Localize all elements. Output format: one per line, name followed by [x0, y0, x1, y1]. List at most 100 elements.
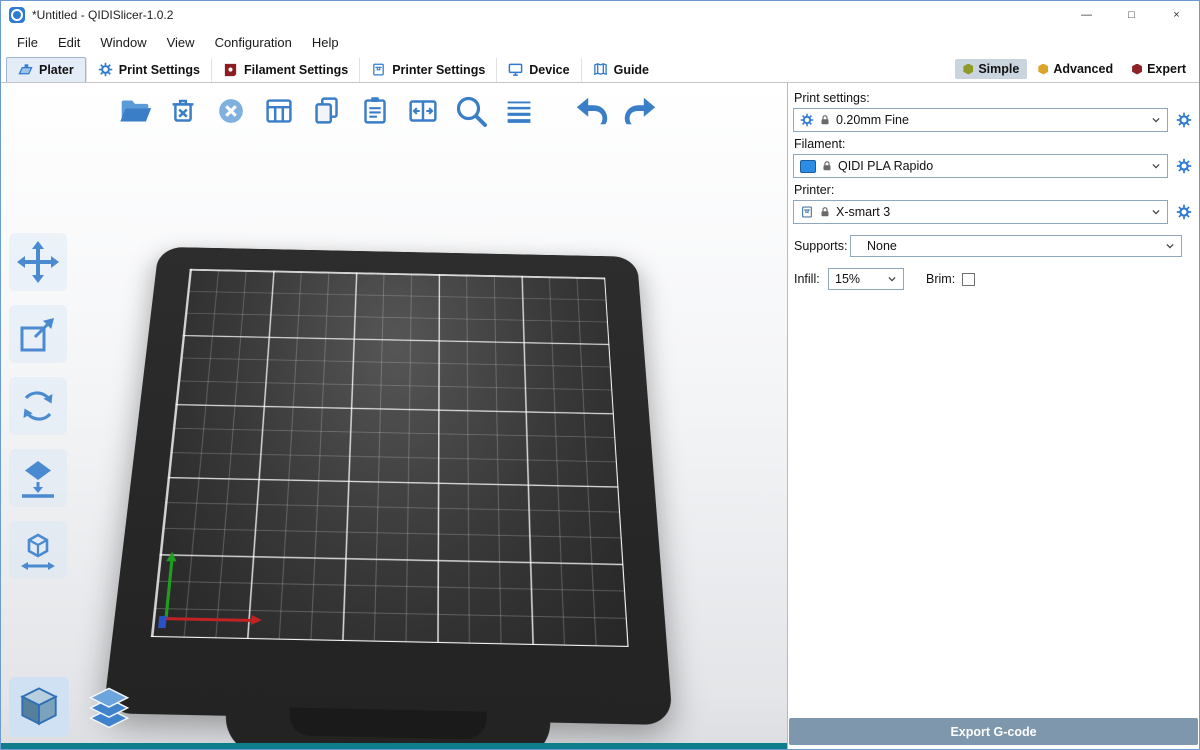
- maximize-button[interactable]: □: [1109, 1, 1154, 29]
- chevron-down-icon: [887, 274, 897, 284]
- delete-button[interactable]: [161, 89, 204, 132]
- layers-preview-button[interactable]: [79, 677, 139, 737]
- advanced-mode-icon: [1038, 64, 1048, 75]
- variable-layer-height-button[interactable]: [497, 89, 540, 132]
- plate-handle: [223, 700, 552, 749]
- guide-book-icon: [593, 62, 608, 77]
- app-logo-icon: [9, 7, 25, 23]
- mirror-icon: [15, 527, 61, 573]
- arrange-button[interactable]: [257, 89, 300, 132]
- settings-sidebar: Print settings: 0.20mm Fine Filament: QI…: [787, 83, 1199, 749]
- gear-icon: [98, 62, 113, 77]
- print-settings-gear-button[interactable]: [1175, 111, 1193, 129]
- build-plate[interactable]: [107, 199, 679, 749]
- device-monitor-icon: [508, 62, 523, 77]
- mode-expert[interactable]: Expert: [1124, 59, 1194, 79]
- filament-gear-button[interactable]: [1175, 157, 1193, 175]
- menu-configuration[interactable]: Configuration: [205, 35, 302, 50]
- tab-label: Guide: [614, 63, 649, 77]
- delete-all-icon: [212, 92, 250, 130]
- infill-label: Infill:: [794, 272, 826, 286]
- print-settings-label: Print settings:: [794, 91, 1194, 105]
- menu-bar: File Edit Window View Configuration Help: [1, 29, 1199, 55]
- menu-help[interactable]: Help: [302, 35, 349, 50]
- mode-switcher: Simple Advanced Expert: [955, 59, 1194, 82]
- infill-combo[interactable]: 15%: [828, 268, 904, 290]
- viewport-3d[interactable]: [1, 83, 787, 749]
- axis-y-indicator: [164, 556, 174, 621]
- layers-preview-icon: [83, 681, 135, 733]
- filament-row: QIDI PLA Rapido: [793, 154, 1194, 178]
- mode-label: Simple: [978, 62, 1019, 76]
- search-button[interactable]: [449, 89, 492, 132]
- minimize-button[interactable]: —: [1064, 1, 1109, 29]
- brim-checkbox[interactable]: [962, 273, 975, 286]
- plater-icon: [18, 62, 33, 77]
- arrange-icon: [260, 92, 298, 130]
- printer-gear-button[interactable]: [1175, 203, 1193, 221]
- window-controls: — □ ×: [1064, 1, 1199, 29]
- supports-label: Supports:: [794, 239, 850, 253]
- place-on-face-icon: [15, 455, 61, 501]
- axis-origin-indicator: [158, 616, 167, 628]
- split-button[interactable]: [401, 89, 444, 132]
- gear-icon: [1176, 204, 1192, 220]
- filament-spool-icon: [223, 62, 238, 77]
- menu-window[interactable]: Window: [90, 35, 156, 50]
- mode-simple[interactable]: Simple: [955, 59, 1027, 79]
- mode-advanced[interactable]: Advanced: [1030, 59, 1121, 79]
- plater-toolbar: [113, 89, 661, 132]
- printer-combo[interactable]: X-smart 3: [793, 200, 1168, 224]
- print-settings-row: 0.20mm Fine: [793, 108, 1194, 132]
- scale-tool-button[interactable]: [9, 305, 67, 363]
- supports-row: Supports: None: [794, 235, 1194, 257]
- plate-frame: [103, 247, 673, 725]
- printer-icon: [800, 205, 814, 219]
- undo-button[interactable]: [570, 89, 613, 132]
- tab-print-settings[interactable]: Print Settings: [86, 58, 211, 82]
- delete-all-button[interactable]: [209, 89, 252, 132]
- move-icon: [15, 239, 61, 285]
- tab-label: Plater: [39, 63, 74, 77]
- mirror-tool-button[interactable]: [9, 521, 67, 579]
- tab-plater[interactable]: Plater: [6, 57, 86, 82]
- menu-file[interactable]: File: [7, 35, 48, 50]
- filament-value: QIDI PLA Rapido: [838, 159, 1146, 173]
- gear-icon: [1176, 112, 1192, 128]
- gear-icon: [1176, 158, 1192, 174]
- close-button[interactable]: ×: [1154, 1, 1199, 29]
- chevron-down-icon: [1165, 241, 1175, 251]
- export-gcode-button[interactable]: Export G-code: [789, 718, 1198, 745]
- menu-view[interactable]: View: [157, 35, 205, 50]
- copy-button[interactable]: [305, 89, 348, 132]
- open-folder-icon: [116, 92, 154, 130]
- move-tool-button[interactable]: [9, 233, 67, 291]
- scale-icon: [15, 311, 61, 357]
- simple-mode-icon: [963, 64, 973, 75]
- window-title: *Untitled - QIDISlicer-1.0.2: [32, 8, 173, 22]
- tab-device[interactable]: Device: [496, 58, 580, 82]
- redo-icon: [621, 92, 659, 130]
- print-settings-combo[interactable]: 0.20mm Fine: [793, 108, 1168, 132]
- editor-3d-view-button[interactable]: [9, 677, 69, 737]
- paste-button[interactable]: [353, 89, 396, 132]
- tab-filament-settings[interactable]: Filament Settings: [211, 58, 359, 82]
- rotate-tool-button[interactable]: [9, 377, 67, 435]
- mode-label: Expert: [1147, 62, 1186, 76]
- place-on-face-tool-button[interactable]: [9, 449, 67, 507]
- tab-printer-settings[interactable]: Printer Settings: [359, 58, 496, 82]
- open-button[interactable]: [113, 89, 156, 132]
- lock-icon: [819, 114, 831, 126]
- title-bar: *Untitled - QIDISlicer-1.0.2 — □ ×: [1, 1, 1199, 29]
- tab-guide[interactable]: Guide: [581, 58, 660, 82]
- paste-icon: [356, 92, 394, 130]
- filament-combo[interactable]: QIDI PLA Rapido: [793, 154, 1168, 178]
- redo-button[interactable]: [618, 89, 661, 132]
- menu-edit[interactable]: Edit: [48, 35, 90, 50]
- axis-x-indicator: [164, 617, 258, 622]
- supports-value: None: [867, 239, 1160, 253]
- supports-combo[interactable]: None: [850, 235, 1182, 257]
- lock-icon: [819, 206, 831, 218]
- undo-icon: [573, 92, 611, 130]
- lock-icon: [821, 160, 833, 172]
